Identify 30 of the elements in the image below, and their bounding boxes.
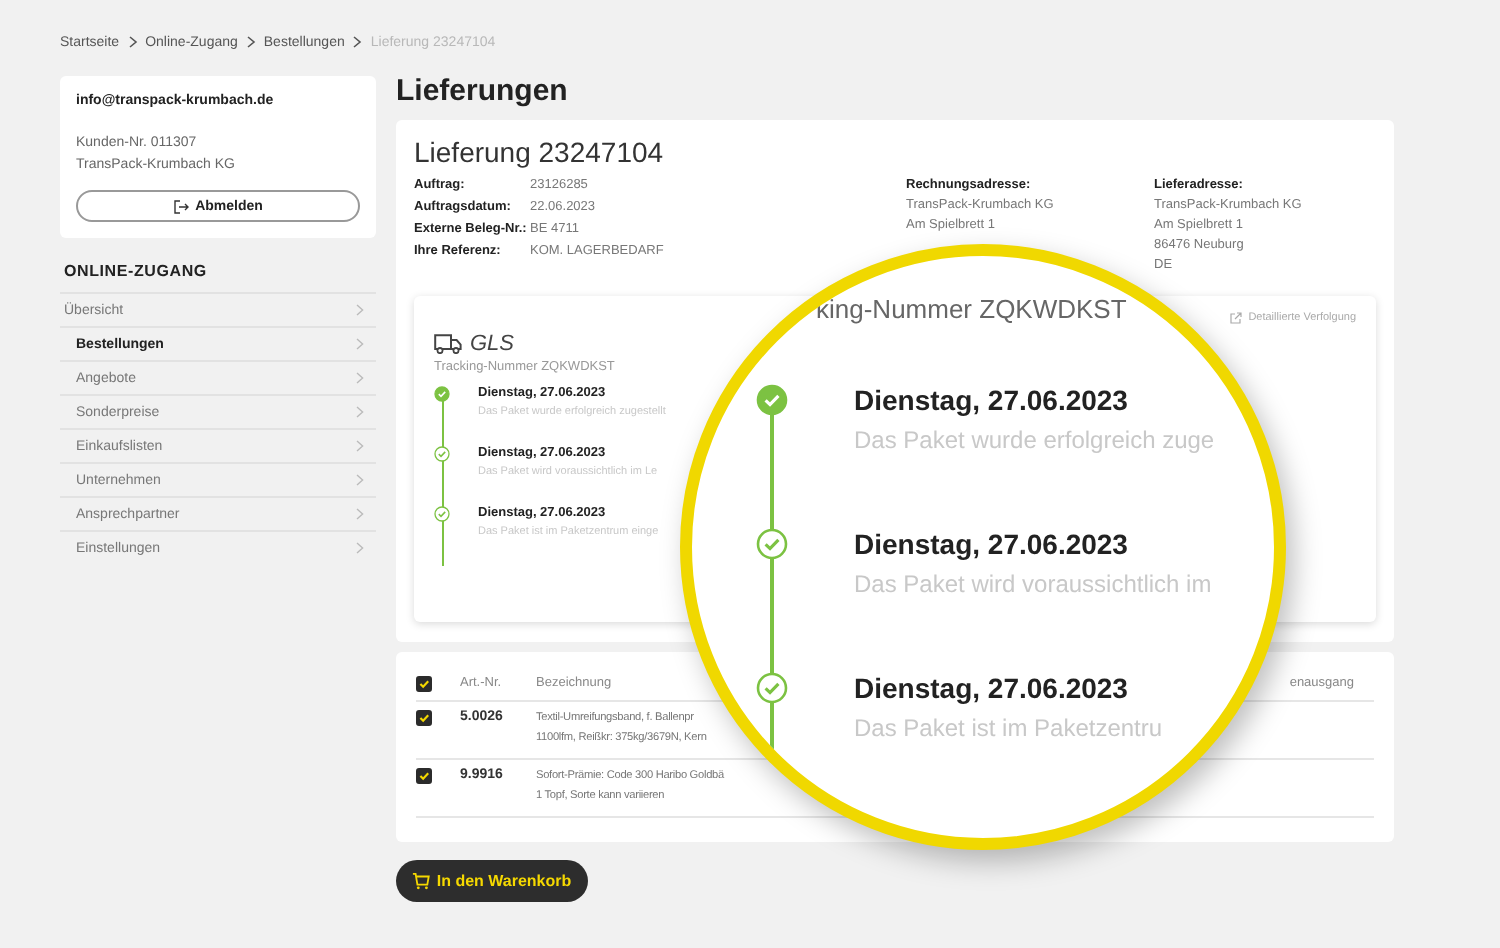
row-checkbox[interactable] <box>416 710 432 726</box>
checkmark-icon <box>418 678 430 690</box>
external-link-icon <box>1230 312 1243 324</box>
cart-icon <box>412 872 431 890</box>
event-date: Dienstag, 27.06.2023 <box>854 672 1130 704</box>
checkmark-icon <box>418 770 430 782</box>
checkmark-icon <box>418 712 430 724</box>
tracking-number: king-Nummer ZQKWDKST <box>816 294 1127 324</box>
carrier-name: GLS <box>470 332 515 356</box>
chevron-icon <box>356 406 364 418</box>
logout-icon <box>173 199 190 213</box>
add-to-cart-button[interactable]: In den Warenkorb <box>396 860 588 902</box>
truck-icon <box>434 334 462 354</box>
nav-heading: ONLINE-ZUGANG <box>64 262 209 280</box>
chevron-icon <box>356 474 364 486</box>
page-title: Lieferungen <box>396 76 570 108</box>
chevron-icon <box>356 372 364 384</box>
chevron-icon <box>245 36 256 48</box>
chevron-icon <box>356 542 364 554</box>
event-date: Dienstag, 27.06.2023 <box>854 384 1130 416</box>
chevron-icon <box>356 440 364 452</box>
chevron-icon <box>352 36 363 48</box>
chevron-icon <box>356 338 364 350</box>
select-all-checkbox[interactable] <box>416 676 432 692</box>
row-checkbox[interactable] <box>416 768 432 784</box>
chevron-icon <box>127 36 138 48</box>
delivery-title: Lieferung 23247104 <box>414 136 666 168</box>
event-date: Dienstag, 27.06.2023 <box>854 528 1130 560</box>
chevron-icon <box>356 304 364 316</box>
chevron-icon <box>356 508 364 520</box>
